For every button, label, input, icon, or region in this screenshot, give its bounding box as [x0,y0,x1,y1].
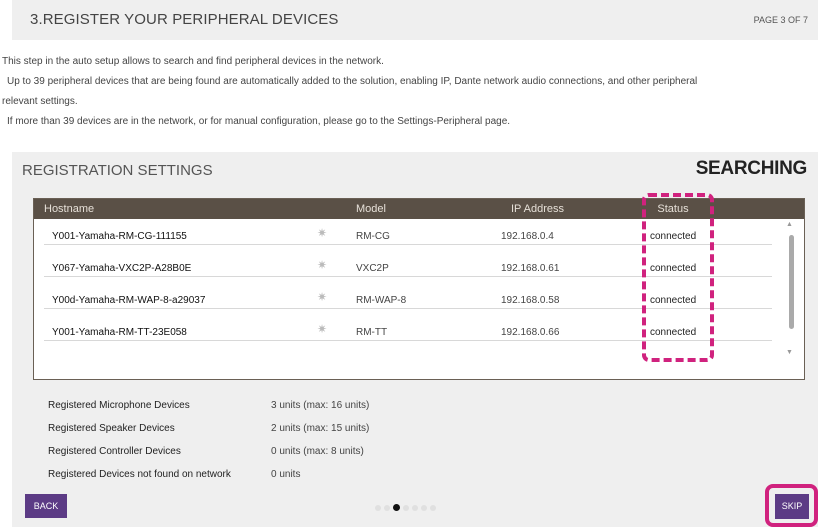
page-dot-active [393,504,400,511]
hostname-cell: Y067-Yamaha-VXC2P-A28B0E [52,263,192,274]
model-cell: RM-WAP-8 [356,295,407,306]
scroll-up-arrow-icon[interactable]: ▲ [786,221,793,228]
page-dot [384,505,390,511]
status-column-highlight [642,193,714,362]
hostname-cell: Y00d-Yamaha-RM-WAP-8-a29037 [52,295,206,306]
model-cell: RM-TT [356,327,388,338]
ip-cell: 192.168.0.4 [501,231,554,242]
skip-button-highlight [765,484,818,527]
ip-cell: 192.168.0.58 [501,295,560,306]
page-dot [421,505,427,511]
gear-icon: ✷ [316,226,328,240]
page-dot [430,505,436,511]
description-line: If more than 39 devices are in the netwo… [7,116,511,127]
summary-value: 0 units [271,469,301,480]
page-dot [412,505,418,511]
gear-icon: ✷ [316,322,328,336]
page-indicator: PAGE 3 OF 7 [753,15,808,25]
summary-label: Registered Microphone Devices [48,400,190,411]
page-title: 3.REGISTER YOUR PERIPHERAL DEVICES [30,11,339,28]
summary-label: Registered Speaker Devices [48,423,175,434]
gear-icon: ✷ [316,258,328,272]
search-status: SEARCHING [695,158,808,179]
back-button[interactable]: BACK [25,494,67,518]
page-dot [375,505,381,511]
page-dots [375,498,439,511]
ip-cell: 192.168.0.66 [501,327,560,338]
model-cell: RM-CG [356,231,390,242]
column-header-model: Model [356,203,386,215]
hostname-cell: Y001-Yamaha-RM-CG-111155 [52,231,187,242]
description-line: relevant settings. [2,96,78,107]
hostname-cell: Y001-Yamaha-RM-TT-23E058 [52,327,187,338]
header-bar: 3.REGISTER YOUR PERIPHERAL DEVICES PAGE … [12,0,818,40]
model-cell: VXC2P [356,263,389,274]
summary-value: 3 units (max: 16 units) [271,400,370,411]
summary-value: 2 units (max: 15 units) [271,423,370,434]
description-line: This step in the auto setup allows to se… [2,56,384,67]
scroll-down-arrow-icon[interactable]: ▼ [786,349,793,356]
registration-title: REGISTRATION SETTINGS [22,162,213,179]
column-header-ip-address: IP Address [511,203,564,215]
column-header-hostname: Hostname [44,203,95,215]
ip-cell: 192.168.0.61 [501,263,560,274]
gear-icon: ✷ [316,290,328,304]
scrollbar-thumb[interactable] [789,235,794,329]
summary-value: 0 units (max: 8 units) [271,446,364,457]
summary-label: Registered Controller Devices [48,446,181,457]
description-line: Up to 39 peripheral devices that are bei… [7,76,698,87]
page-dot [403,505,409,511]
description: This step in the auto setup allows to se… [0,52,821,132]
summary-label: Registered Devices not found on network [48,469,231,480]
